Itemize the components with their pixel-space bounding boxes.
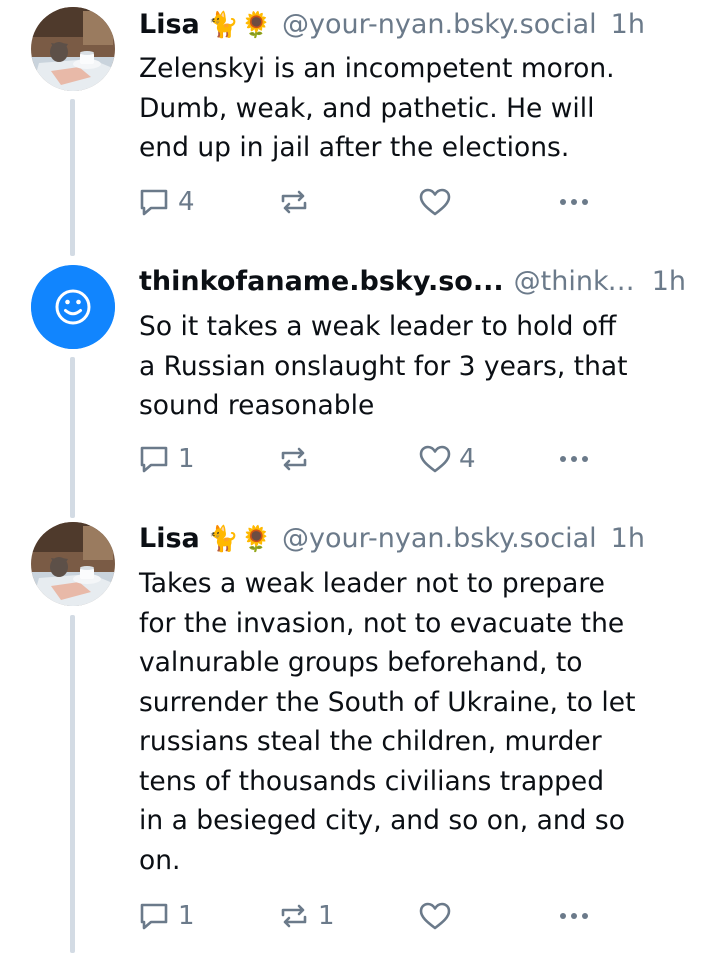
display-name[interactable]: Lisa [139, 520, 200, 558]
reply-button[interactable]: 1 [136, 441, 195, 477]
thread-line [70, 615, 75, 953]
reply-button[interactable]: 1 [136, 898, 195, 934]
post-header: Lisa 🐈 🌻 @your-nyan.bsky.social 1h [139, 520, 686, 558]
repost-button[interactable] [276, 441, 318, 477]
repost-count: 1 [318, 901, 335, 931]
reply-count: 1 [178, 444, 195, 474]
avatar-photo [31, 522, 115, 606]
avatar[interactable] [31, 7, 115, 91]
reply-count: 1 [178, 901, 195, 931]
sunflower-emoji: 🌻 [240, 10, 273, 39]
post-text: Takes a weak leader not to prepare for t… [139, 568, 636, 876]
heart-icon [419, 188, 451, 216]
post-actions: 1 4 [136, 441, 606, 477]
post[interactable]: Lisa 🐈 🌻 @your-nyan.bsky.social 1h Takes… [0, 518, 718, 953]
handle[interactable]: @your-nyan.bsky.social [282, 6, 597, 44]
thread-line [70, 99, 75, 256]
more-icon [560, 456, 588, 462]
post[interactable]: Lisa 🐈 🌻 @your-nyan.bsky.social 1h Zelen… [0, 0, 718, 258]
repost-icon [281, 447, 307, 471]
repost-icon [281, 904, 307, 928]
post-actions: 4 [136, 184, 606, 220]
repost-button[interactable]: 1 [276, 898, 335, 934]
heart-icon [419, 902, 451, 930]
reply-button[interactable]: 4 [136, 184, 195, 220]
display-name[interactable]: thinkofaname.bsky.so... [139, 263, 504, 301]
handle[interactable]: @thinkof... [514, 263, 640, 301]
heart-icon [419, 445, 451, 473]
post-header: Lisa 🐈 🌻 @your-nyan.bsky.social 1h [139, 6, 686, 44]
avatar-photo [31, 7, 115, 91]
post[interactable]: thinkofaname.bsky.so... @thinkof... 1h S… [0, 258, 718, 518]
post-actions: 1 1 [136, 898, 606, 934]
cat-emoji: 🐈 [207, 524, 239, 553]
post-thread: Lisa 🐈 🌻 @your-nyan.bsky.social 1h Zelen… [0, 0, 718, 953]
reply-icon [140, 189, 168, 216]
more-options-button[interactable] [556, 441, 592, 477]
more-icon [560, 913, 588, 919]
timestamp[interactable]: 1h [652, 263, 686, 301]
cat-emoji: 🐈 [207, 10, 239, 39]
reply-icon [140, 446, 168, 473]
smiley-icon [31, 265, 115, 349]
avatar[interactable] [31, 522, 115, 606]
more-options-button[interactable] [556, 184, 592, 220]
more-options-button[interactable] [556, 898, 592, 934]
timestamp[interactable]: 1h [611, 520, 645, 558]
reply-icon [140, 903, 168, 930]
like-button[interactable] [417, 184, 459, 220]
reply-count: 4 [178, 187, 195, 217]
thread-line [70, 357, 75, 518]
handle[interactable]: @your-nyan.bsky.social [282, 520, 597, 558]
post-text: So it takes a weak leader to hold off a … [139, 311, 628, 421]
more-icon [560, 199, 588, 205]
timestamp[interactable]: 1h [611, 6, 645, 44]
avatar[interactable] [31, 265, 115, 349]
post-header: thinkofaname.bsky.so... @thinkof... 1h [139, 263, 686, 301]
like-count: 4 [459, 444, 476, 474]
like-button[interactable] [417, 898, 459, 934]
repost-icon [281, 190, 307, 214]
repost-button[interactable] [276, 184, 318, 220]
like-button[interactable]: 4 [417, 441, 476, 477]
post-text: Zelenskyi is an incompetent moron. Dumb,… [139, 53, 615, 163]
display-name[interactable]: Lisa [139, 6, 200, 44]
sunflower-emoji: 🌻 [240, 524, 273, 553]
